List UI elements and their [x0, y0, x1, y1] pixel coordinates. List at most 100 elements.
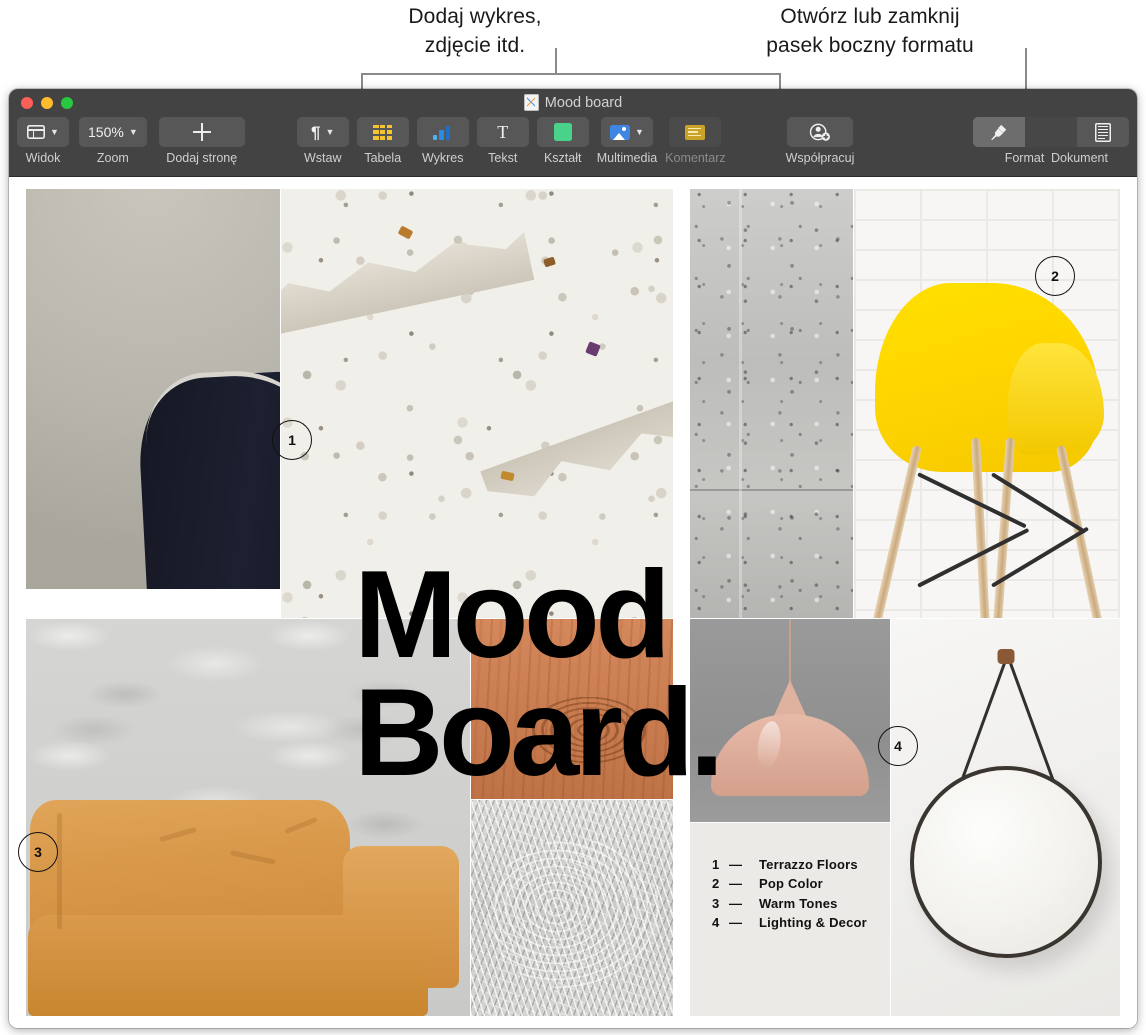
legend-item: 3 — Warm Tones	[712, 894, 867, 913]
view-label: Widok	[25, 151, 61, 165]
badge-4[interactable]: 4	[878, 726, 918, 766]
toolbar-item-view[interactable]: ▼ Widok	[17, 117, 69, 165]
legend-label: Warm Tones	[759, 895, 838, 911]
toolbar: ▼ Widok 150% ▼ Zoom Dodaj stronę ¶ ▼ Wst…	[9, 117, 1137, 176]
comment-label: Komentarz	[665, 151, 726, 165]
image-concrete-wall[interactable]	[690, 189, 853, 618]
slide-page[interactable]: 1 — Terrazzo Floors 2 — Pop Color 3 — Wa…	[26, 189, 1120, 1016]
document-label: Dokument	[1051, 151, 1108, 165]
toolbar-item-shape[interactable]: Kształt	[536, 117, 589, 165]
toolbar-item-text[interactable]: T Tekst	[476, 117, 529, 165]
concrete-seam-line	[690, 489, 853, 492]
image-pendant-lamp[interactable]	[690, 619, 890, 822]
image-fur-rug[interactable]	[471, 800, 673, 1016]
chevron-down-icon: ▼	[325, 127, 335, 137]
legend-item: 1 — Terrazzo Floors	[712, 855, 867, 874]
bar-chart-icon	[432, 125, 453, 140]
zoom-value: 150%	[88, 124, 124, 140]
media-button[interactable]: ▼	[600, 117, 653, 147]
legend-dash: —	[729, 915, 743, 931]
chevron-down-icon: ▼	[128, 127, 138, 137]
toolbar-item-media[interactable]: ▼ Multimedia	[597, 117, 657, 165]
format-document-segmented-control[interactable]	[973, 117, 1129, 147]
zoom-button-toolbar[interactable]: 150% ▼	[79, 117, 147, 147]
add-page-button[interactable]	[158, 117, 245, 147]
badge-number: 3	[34, 844, 42, 860]
badge-1[interactable]: 1	[272, 420, 312, 460]
document-canvas[interactable]: 1 — Terrazzo Floors 2 — Pop Color 3 — Wa…	[9, 177, 1137, 1028]
sofa-fold-1	[57, 813, 63, 929]
segment-labels: Format Dokument	[998, 151, 1108, 165]
image-yellow-chair[interactable]	[854, 189, 1120, 618]
tan-leather-sofa	[26, 786, 470, 1016]
shape-label: Kształt	[543, 151, 582, 165]
wood-knot	[528, 694, 649, 765]
toolbar-item-table[interactable]: Tabela	[356, 117, 409, 165]
image-wood-grain[interactable]	[471, 619, 673, 799]
mirror-wall-peg	[997, 648, 1014, 664]
fur-swirl	[487, 838, 661, 991]
mirror-glass	[909, 765, 1102, 958]
badge-2[interactable]: 2	[1035, 256, 1075, 296]
badge-number: 4	[894, 738, 902, 754]
chart-label: Wykres	[421, 151, 464, 165]
insert-label: Wstaw	[303, 151, 342, 165]
collaborate-button[interactable]	[787, 117, 854, 147]
badge-3[interactable]: 3	[18, 832, 58, 872]
image-terrazzo-texture[interactable]	[281, 189, 673, 618]
legend-number: 4	[712, 915, 720, 931]
chart-button[interactable]	[416, 117, 469, 147]
view-button[interactable]: ▼	[17, 117, 69, 147]
format-label: Format	[1004, 151, 1045, 165]
image-plaster-wall-sofa[interactable]	[26, 619, 470, 1016]
text-button[interactable]: T	[476, 117, 529, 147]
chevron-down-icon: ▼	[634, 127, 644, 137]
paragraph-icon: ¶	[311, 122, 321, 142]
comment-note-icon	[685, 124, 706, 140]
keynote-window: Mood board ▼ Widok 150% ▼ Zoom Dodaj str…	[9, 89, 1137, 1028]
screenshot-root: Dodaj wykres, zdjęcie itd. Otwórz lub za…	[0, 0, 1146, 1035]
photo-icon	[609, 124, 630, 140]
concrete-highlight-line	[738, 189, 742, 618]
callout-label-insert: Dodaj wykres, zdjęcie itd.	[408, 5, 542, 57]
insert-button[interactable]: ¶ ▼	[296, 117, 349, 147]
keynote-document-icon	[523, 94, 539, 111]
toolbar-item-comment[interactable]: Komentarz	[665, 117, 726, 165]
legend-item: 2 — Pop Color	[712, 874, 867, 893]
legend-panel[interactable]: 1 — Terrazzo Floors 2 — Pop Color 3 — Wa…	[690, 823, 890, 1016]
toolbar-item-add-page[interactable]: Dodaj stronę	[158, 117, 245, 165]
toolbar-item-chart[interactable]: Wykres	[416, 117, 469, 165]
document-toggle-button[interactable]	[1077, 117, 1129, 147]
image-dark-armchair[interactable]	[26, 189, 280, 589]
callout-label-format-sidebar: Otwórz lub zamknij pasek boczny formatu	[766, 5, 974, 57]
badge-number: 2	[1051, 268, 1059, 284]
lamp-dome	[711, 714, 869, 797]
legend-dash: —	[729, 895, 743, 911]
shape-square-icon	[553, 123, 572, 141]
add-page-label: Dodaj stronę	[166, 151, 238, 165]
comment-button[interactable]	[669, 117, 722, 147]
toolbar-item-zoom[interactable]: 150% ▼ Zoom	[79, 117, 147, 165]
sofa-seat-cushion	[28, 914, 428, 1016]
legend-label: Terrazzo Floors	[759, 857, 858, 872]
toolbar-item-insert[interactable]: ¶ ▼ Wstaw	[296, 117, 349, 165]
shape-button[interactable]	[536, 117, 589, 147]
format-brush-icon	[991, 124, 1007, 141]
image-round-mirror[interactable]	[891, 619, 1120, 1016]
plus-icon	[192, 123, 211, 141]
callout-bracket-horizontal	[361, 73, 781, 75]
legend-item: 4 — Lighting & Decor	[712, 913, 867, 932]
add-person-icon	[809, 123, 831, 141]
concrete-speckle-layer	[690, 189, 853, 618]
format-toggle-button[interactable]	[973, 117, 1025, 147]
window-title-bar-text: Mood board	[9, 94, 1137, 111]
media-label: Multimedia	[596, 151, 658, 165]
table-button[interactable]	[356, 117, 409, 147]
legend-dash: —	[729, 857, 743, 872]
toolbar-item-format-document-segment[interactable]: Format Dokument	[973, 117, 1129, 165]
document-lines-icon	[1095, 123, 1111, 142]
table-grid-icon	[373, 124, 393, 140]
toolbar-item-collaborate[interactable]: Współpracuj	[786, 117, 854, 165]
text-label: Tekst	[488, 151, 518, 165]
legend-number: 1	[712, 857, 720, 872]
